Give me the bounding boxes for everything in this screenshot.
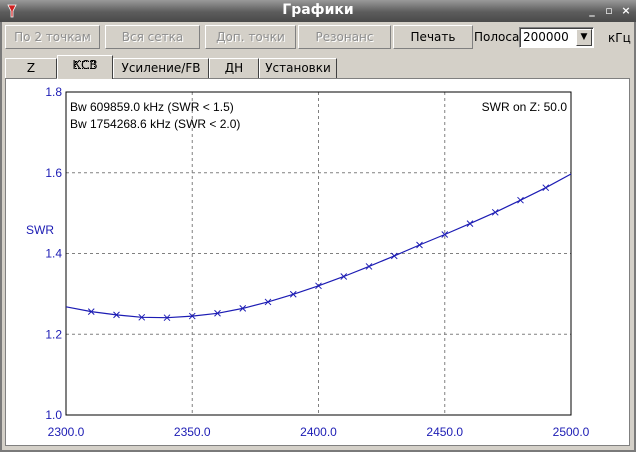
resonance-button[interactable]: Резонанс xyxy=(298,25,391,49)
two-points-button[interactable]: По 2 точкам xyxy=(5,25,100,49)
bandwidth-label: Полоса xyxy=(474,30,520,44)
print-button[interactable]: Печать xyxy=(393,25,473,49)
close-icon[interactable]: × xyxy=(619,4,633,18)
extra-points-button[interactable]: Доп. точки xyxy=(205,25,296,49)
tab-pattern[interactable]: ДН xyxy=(209,58,259,78)
unit-label: кГц xyxy=(608,31,631,45)
title-bar: Графики _ ▫ × xyxy=(0,0,636,22)
tab-gain-fb[interactable]: Усиление/FB xyxy=(113,58,209,78)
chevron-down-icon[interactable]: ▼ xyxy=(576,29,592,46)
bandwidth-value: 200000 xyxy=(523,30,569,44)
maximize-icon[interactable]: ▫ xyxy=(602,4,616,18)
minimize-icon[interactable]: _ xyxy=(585,4,599,18)
chart-panel xyxy=(5,78,630,446)
window-title: Графики xyxy=(282,2,354,18)
tab-settings[interactable]: Установки xyxy=(259,58,337,78)
tab-z[interactable]: Z xyxy=(5,58,57,78)
tab-swr-label: КСВ xyxy=(72,58,98,72)
full-grid-button[interactable]: Вся сетка xyxy=(105,25,200,49)
tab-swr[interactable]: КСВ xyxy=(57,55,113,79)
bandwidth-select[interactable]: 200000 ▼ xyxy=(519,27,594,48)
